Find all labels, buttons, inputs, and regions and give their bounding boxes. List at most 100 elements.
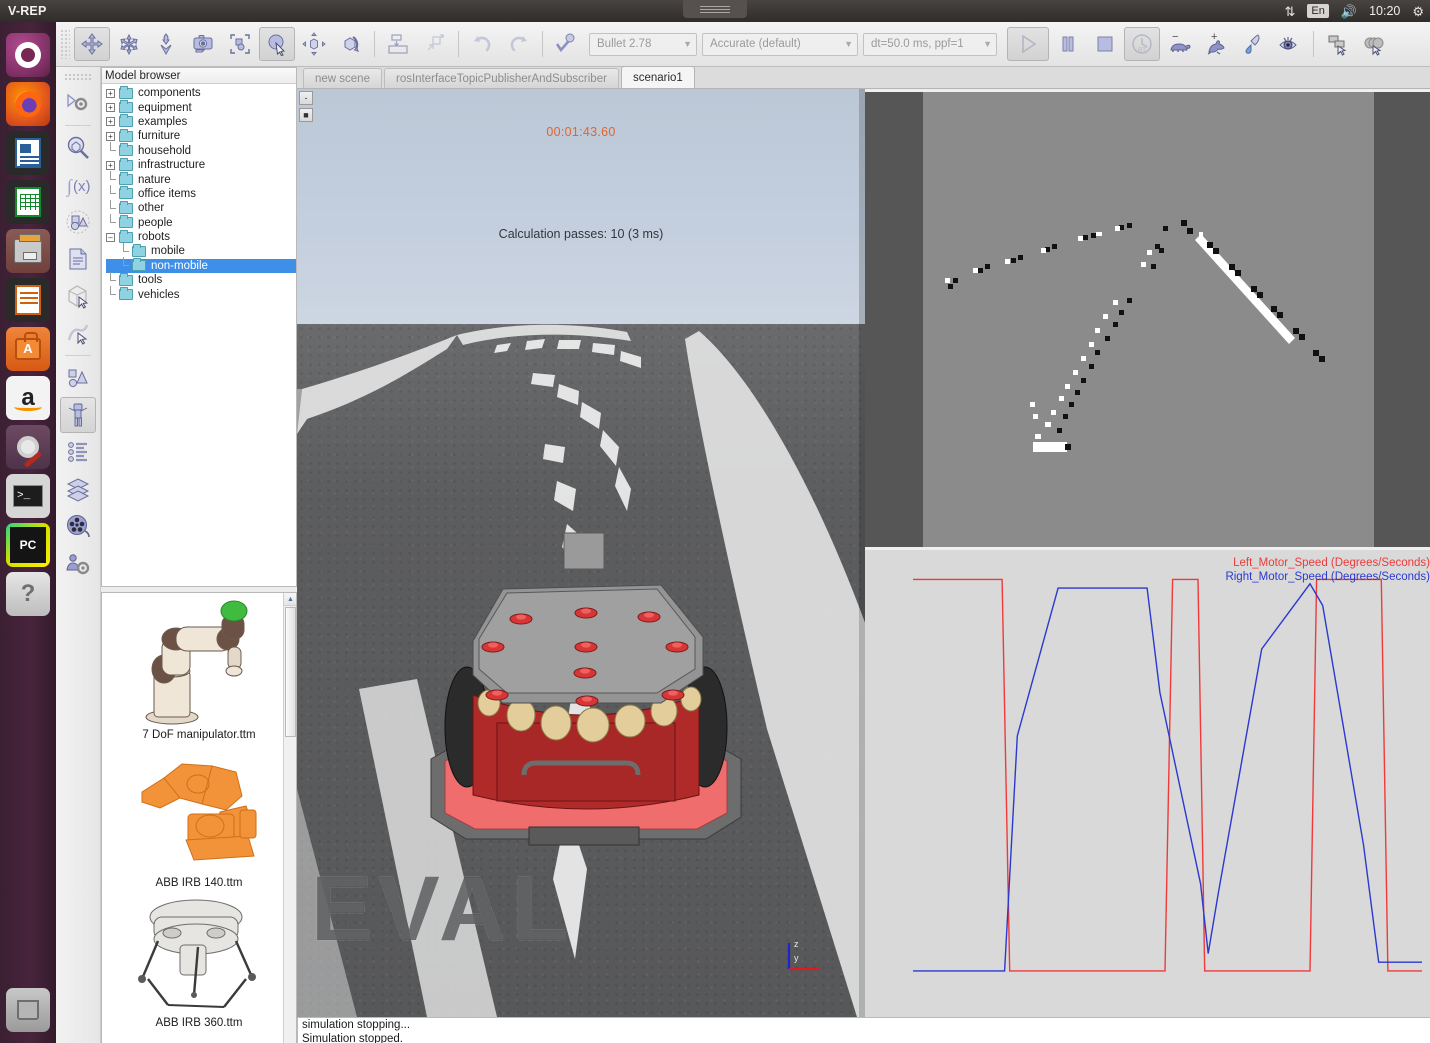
scene-view-controls[interactable]: - ■	[299, 91, 315, 125]
expand-icon[interactable]: +	[106, 88, 115, 98]
visualization-toggle-button[interactable]	[1272, 27, 1308, 61]
launcher-item-amazon[interactable]: a	[6, 376, 50, 420]
scripts-button[interactable]: ∫ (x)	[60, 167, 96, 203]
pause-simulation-button[interactable]	[1050, 27, 1086, 61]
scene-minimize-button[interactable]: -	[299, 91, 313, 105]
list-item[interactable]: ABB IRB 360.ttm	[110, 895, 288, 1029]
pioneer-robot[interactable]	[421, 527, 751, 887]
tree-item-equipment[interactable]: + equipment	[106, 100, 296, 114]
camera-button[interactable]	[185, 27, 221, 61]
assemble-button[interactable]	[380, 27, 416, 61]
expand-icon[interactable]: +	[106, 131, 115, 141]
undo-button[interactable]	[464, 27, 500, 61]
page-selector-button[interactable]	[1319, 27, 1355, 61]
tab-new-scene[interactable]: new scene	[303, 68, 382, 88]
expand-icon[interactable]: +	[106, 117, 115, 127]
panel-splitter[interactable]	[102, 592, 297, 593]
launcher-item-files[interactable]	[6, 229, 50, 273]
thumbnail-scrollbar[interactable]: ▲	[283, 593, 296, 1043]
tab-ros-interface[interactable]: rosInterfaceTopicPublisherAndSubscriber	[383, 68, 619, 88]
launcher-item-libreoffice-writer[interactable]	[6, 131, 50, 175]
launcher-item-help[interactable]: ?	[6, 572, 50, 616]
gear-power-icon[interactable]: ⚙	[1412, 5, 1424, 18]
toolbar-drag-handle[interactable]	[60, 29, 70, 59]
launcher-item-system-settings[interactable]	[6, 425, 50, 469]
stop-simulation-button[interactable]	[1087, 27, 1123, 61]
scene-object-properties-button[interactable]	[60, 85, 96, 121]
redo-button[interactable]	[501, 27, 537, 61]
clock[interactable]: 10:20	[1369, 4, 1400, 18]
launcher-item-terminal[interactable]: >_	[6, 474, 50, 518]
physics-engine-select[interactable]: Bullet 2.78 ▼	[589, 32, 697, 56]
tree-item-nature[interactable]: nature	[106, 171, 296, 186]
launcher-item-libreoffice-calc[interactable]	[6, 180, 50, 224]
list-item[interactable]: ABB IRB 140.ttm	[110, 747, 288, 889]
vision-sensor-panel[interactable]	[865, 89, 1430, 550]
left-toolbar-drag-handle[interactable]	[64, 73, 92, 81]
window-grab-handle[interactable]	[683, 0, 747, 18]
collections-button[interactable]	[60, 434, 96, 470]
primitive-shapes-button[interactable]	[60, 360, 96, 396]
tree-item-robots[interactable]: – robots	[106, 229, 296, 244]
scene-maximize-button[interactable]: ■	[299, 108, 313, 122]
tab-scenario1[interactable]: scenario1	[620, 66, 695, 88]
tree-item-examples[interactable]: + examples	[106, 114, 296, 129]
disassemble-button[interactable]	[417, 27, 453, 61]
video-recorder-button[interactable]	[60, 508, 96, 544]
time-graph-panel[interactable]: Time graph curves Left_Motor_Speed (Degr…	[865, 550, 1430, 1017]
timestep-select[interactable]: dt=50.0 ms, ppf=1 ▼	[863, 32, 997, 56]
collapse-icon[interactable]: –	[106, 232, 115, 242]
shape-edit-modes-button[interactable]	[60, 204, 96, 240]
layers-button[interactable]	[60, 471, 96, 507]
launcher-item-ubuntu-dash[interactable]	[6, 33, 50, 77]
status-console[interactable]: simulation stopping... Simulation stopped…	[297, 1017, 1430, 1043]
camera-orbit-button[interactable]	[333, 27, 369, 61]
model-browser-button[interactable]	[60, 397, 96, 433]
launcher-item-libreoffice-impress[interactable]	[6, 278, 50, 322]
launcher-item-software-center[interactable]	[6, 327, 50, 371]
shape-selection-button[interactable]	[60, 278, 96, 314]
tree-item-non-mobile[interactable]: non-mobile	[106, 257, 296, 274]
launcher-item-pycharm[interactable]: PC	[6, 523, 50, 567]
object-selection-button[interactable]	[259, 27, 295, 61]
fit-to-view-button[interactable]	[222, 27, 258, 61]
expand-icon[interactable]: +	[106, 160, 115, 170]
realtime-mode-button[interactable]: RT	[1124, 27, 1160, 61]
calculation-modules-button[interactable]	[60, 130, 96, 166]
object-rotate-button[interactable]	[111, 27, 147, 61]
tree-item-household[interactable]: household	[106, 142, 296, 158]
tree-item-mobile[interactable]: mobile	[106, 242, 296, 258]
tree-item-other[interactable]: other	[106, 199, 296, 215]
model-thumbnail-panel[interactable]: 7 DoF manipulator.ttm ABB IRB 140.ttm AB…	[101, 592, 297, 1043]
tree-item-components[interactable]: + components	[106, 85, 296, 100]
camera-pan-button[interactable]	[296, 27, 332, 61]
slow-down-button[interactable]: −	[1161, 27, 1197, 61]
object-translate-button[interactable]	[148, 27, 184, 61]
start-simulation-button[interactable]	[1007, 27, 1049, 61]
scene-hierarchy-button[interactable]	[60, 241, 96, 277]
list-item[interactable]: 7 DoF manipulator.ttm	[110, 599, 288, 741]
network-up-down-icon[interactable]: ⇅	[1285, 5, 1296, 18]
scene-3d-view[interactable]: - ■ 00:01:43.60 Calculation passes: 10 (…	[297, 89, 865, 1017]
tree-item-people[interactable]: people	[106, 214, 296, 230]
volume-icon[interactable]: 🔊	[1341, 5, 1357, 18]
precision-select[interactable]: Accurate (default) ▼	[702, 32, 858, 56]
speed-up-button[interactable]: +	[1198, 27, 1234, 61]
path-edit-button[interactable]	[60, 315, 96, 351]
model-browser-tree[interactable]: + components + equipment + examples + furniture…	[102, 84, 296, 302]
threaded-rendering-button[interactable]	[1235, 27, 1271, 61]
expand-icon[interactable]: +	[106, 103, 115, 113]
tree-item-furniture[interactable]: + furniture	[106, 128, 296, 143]
keyboard-layout-indicator[interactable]: En	[1307, 4, 1329, 18]
object-shift-button[interactable]	[74, 27, 110, 61]
tree-item-office-items[interactable]: office items	[106, 185, 296, 201]
scroll-up-icon[interactable]: ▲	[284, 593, 296, 606]
tree-item-vehicles[interactable]: vehicles	[106, 286, 296, 301]
user-settings-button[interactable]	[60, 545, 96, 581]
view-selector-button[interactable]	[1356, 27, 1392, 61]
launcher-item-trash[interactable]	[6, 988, 50, 1032]
tree-item-tools[interactable]: tools	[106, 271, 296, 287]
scrollbar-thumb[interactable]	[285, 607, 296, 737]
dynamics-toggle-button[interactable]	[548, 27, 584, 61]
launcher-item-firefox[interactable]	[6, 82, 50, 126]
